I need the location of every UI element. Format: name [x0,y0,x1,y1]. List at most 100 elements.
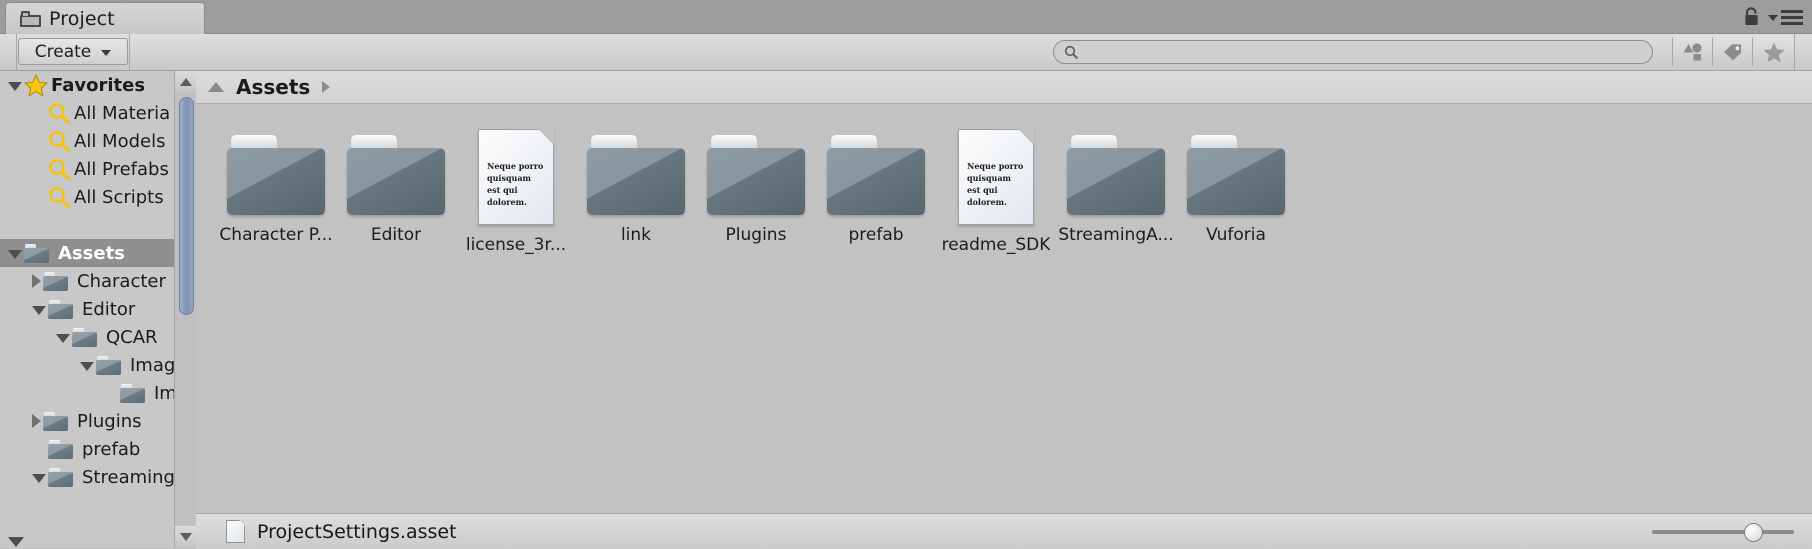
triangle-up-icon [180,78,192,86]
triangle-right-icon[interactable] [32,274,41,288]
star-icon [1763,42,1784,62]
folder-icon [587,135,685,215]
filter-favorites-button[interactable] [1752,38,1794,66]
folder-icon [43,411,68,431]
asset-item[interactable]: prefab [816,129,936,274]
filter-by-type-button[interactable] [1672,38,1712,66]
search-icon [49,158,71,180]
tree-item-qcar[interactable]: QCAR [0,323,195,351]
search-input[interactable] [1085,42,1629,62]
slider-handle[interactable] [1744,523,1763,542]
project-toolbar: Create [0,34,1812,71]
asset-item[interactable]: StreamingA... [1056,129,1176,274]
folder-icon [43,271,68,291]
tree-item-favorites[interactable]: Favorites [0,71,195,99]
triangle-down-icon[interactable] [8,250,22,259]
twisty-placeholder [32,445,46,454]
breadcrumb: Assets [196,71,1812,104]
breadcrumb-path[interactable]: Assets [236,75,310,99]
asset-item-label: Character P... [219,225,333,245]
tree-item-character[interactable]: Character [0,267,195,295]
asset-item[interactable]: Vuforia [1176,129,1296,274]
tab-project[interactable]: Project [5,2,205,35]
tree-item-label: QCAR [106,326,158,348]
tree-item-editor[interactable]: Editor [0,295,195,323]
triangle-up-icon[interactable] [208,82,224,92]
tree-item-all-models[interactable]: All Models [0,127,195,155]
folder-icon [48,299,73,319]
folder-icon [48,467,73,487]
tree-item-all-prefabs[interactable]: All Prefabs [0,155,195,183]
chevron-down-icon [101,50,112,56]
tree-item-prefab[interactable]: prefab [0,435,195,463]
folder-tree-panel[interactable]: Favorites All Materia All Models All Prefab… [0,71,196,548]
triangle-down-icon[interactable] [32,306,46,315]
folder-icon [72,327,97,347]
tree-vertical-scrollbar[interactable] [174,71,197,548]
tree-item-all-materia[interactable]: All Materia [0,99,195,127]
tree-item-spacer [0,211,195,239]
filter-by-label-button[interactable] [1712,38,1752,66]
asset-item-label: Vuforia [1206,225,1266,245]
toolbar-separator [129,34,130,70]
asset-item-label: license_3r... [465,235,567,255]
chevron-right-icon[interactable] [322,81,331,93]
search-icon [1064,45,1079,59]
tree-item-plugins[interactable]: Plugins [0,407,195,435]
folder-icon [227,135,325,215]
hamburger-menu-icon[interactable] [1768,10,1803,25]
folder-icon [48,439,73,459]
tree-item-label: Assets [58,242,125,264]
tree-item-label: Favorites [51,74,146,96]
asset-item[interactable]: Character P... [216,129,336,274]
toolbar-separator [16,34,17,70]
asset-item[interactable]: Plugins [696,129,816,274]
search-icon [49,186,71,208]
folder-icon [707,135,805,215]
scroll-down-button[interactable] [175,526,197,548]
search-icon [49,130,71,152]
tree-item-label: Imag [130,354,176,376]
document-preview-text: Neque porro quisquam est qui dolorem. [967,161,1024,207]
folder-tree-list: Favorites All Materia All Models All Prefab… [0,71,195,491]
tree-item-label: Plugins [77,410,142,432]
lock-icon[interactable] [1743,7,1760,26]
folder-icon [827,135,925,215]
asset-grid[interactable]: Character P... Editor Neque porro quisquam… [196,105,1812,512]
asset-item[interactable]: link [576,129,696,274]
scroll-up-button[interactable] [175,71,197,93]
triangle-down-icon [180,533,192,541]
folder-icon [120,383,145,403]
tree-item-imag[interactable]: Imag [0,351,195,379]
asset-item[interactable]: Neque porro quisquam est qui dolorem. lic… [456,129,576,274]
asset-item[interactable]: Neque porro quisquam est qui dolorem. rea… [936,129,1056,274]
tree-item-streaming[interactable]: Streaming [0,463,195,491]
search-icon [49,102,71,124]
triangle-down-icon[interactable] [8,82,22,91]
tree-item-all-scripts[interactable]: All Scripts [0,183,195,211]
asset-item[interactable]: Editor [336,129,456,274]
asset-item-label: readme_SDK [941,235,1051,255]
tab-project-label: Project [49,8,115,30]
folder-icon [1067,135,1165,215]
tree-item-im[interactable]: Im [0,379,195,407]
scrollbar-thumb[interactable] [179,97,194,315]
folder-icon [1187,135,1285,215]
triangle-down-icon[interactable] [80,362,94,371]
tree-item-label: prefab [82,438,141,460]
create-button-label: Create [34,41,92,62]
triangle-down-icon[interactable] [8,536,24,547]
asset-item-label: prefab [848,225,904,245]
window-titlebar: Project [0,0,1812,35]
create-button[interactable]: Create [18,38,128,65]
document-icon: Neque porro quisquam est qui dolorem. [478,129,554,225]
tree-item-assets[interactable]: Assets [0,239,195,267]
triangle-down-icon[interactable] [56,334,70,343]
star-icon [24,73,48,97]
icon-size-slider[interactable] [1652,523,1794,542]
triangle-right-icon[interactable] [32,414,41,428]
search-field[interactable] [1053,40,1653,64]
tree-item-label: Character [77,270,166,292]
triangle-down-icon[interactable] [32,474,46,483]
shapes-icon [1683,43,1702,61]
